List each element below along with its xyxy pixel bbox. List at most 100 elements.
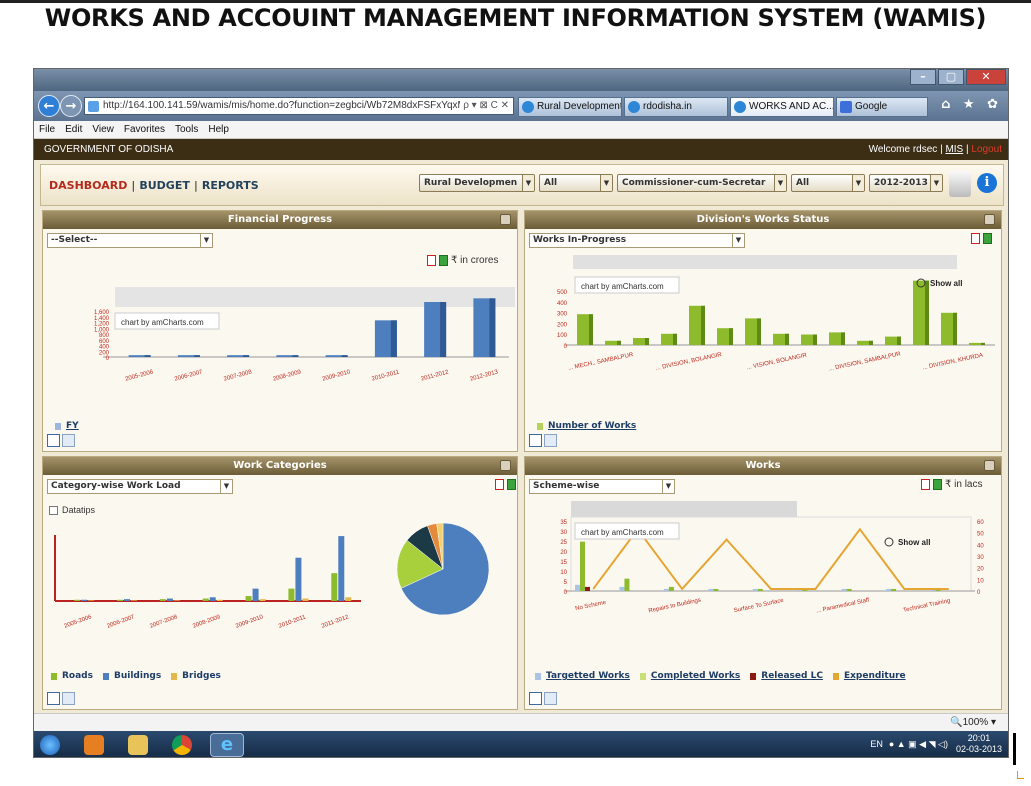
bar	[708, 588, 714, 591]
chart-view-toggle[interactable]	[47, 692, 60, 705]
works-panel: Works Scheme-wise ▼ ₹ in lacs 35 30 25 20 15…	[524, 456, 1002, 710]
home-favorites-tools-icons[interactable]: ⌂ ★ ✿	[941, 97, 1002, 112]
nav-budget[interactable]: BUDGET	[139, 179, 190, 192]
category-select[interactable]: Category-wise Work Load ▼	[47, 479, 233, 494]
department-dropdown[interactable]: Rural Developmen ▼	[419, 174, 535, 192]
legend-swatch	[55, 422, 61, 430]
pdf-icon[interactable]	[921, 479, 930, 490]
ie-icon	[628, 101, 640, 113]
maximize-button[interactable]: ▢	[938, 69, 964, 85]
forward-button[interactable]: →	[60, 95, 82, 117]
collapse-icon[interactable]	[500, 214, 511, 225]
tab-wamis[interactable]: WORKS AND AC... ✕	[730, 97, 834, 117]
excel-icon[interactable]	[439, 255, 448, 266]
tab-google[interactable]: Google	[836, 97, 928, 117]
legend-item-released-lc[interactable]: Released LC	[750, 671, 823, 681]
x-tick-label: 2009-2010	[235, 614, 265, 630]
datatips-toggle[interactable]: Datatips	[49, 505, 95, 515]
nav-reports[interactable]: REPORTS	[202, 179, 259, 192]
pdf-icon[interactable]	[495, 479, 504, 490]
start-button-icon[interactable]	[40, 735, 60, 755]
chrome-icon[interactable]	[172, 735, 192, 755]
legend-item-expenditure[interactable]: Expenditure	[832, 671, 906, 681]
address-tools[interactable]: ρ ▾ ⊠ C ✕	[460, 98, 509, 114]
menu-tools[interactable]: Tools	[175, 124, 198, 135]
pdf-icon[interactable]	[971, 233, 980, 244]
bar-shade	[341, 355, 348, 357]
y-tick-label: 30	[560, 530, 567, 536]
bar	[202, 598, 209, 601]
collapse-icon[interactable]	[500, 460, 511, 471]
financial-year-dropdown[interactable]: 2012-2013 ▼	[869, 174, 943, 192]
legend-item-bridges[interactable]: Bridges	[171, 671, 221, 681]
datatips-checkbox[interactable]	[49, 505, 58, 515]
logout-link[interactable]: Logout	[971, 144, 1002, 155]
legend-item-completed-works[interactable]: Completed Works	[639, 671, 740, 681]
bar	[295, 557, 302, 601]
dropdown-value: All	[796, 178, 810, 188]
legend-item-fy[interactable]: FY	[55, 421, 79, 431]
menu-favorites[interactable]: Favorites	[124, 124, 165, 135]
show-all-link[interactable]: Show all	[930, 279, 962, 288]
chart-view-toggle[interactable]	[47, 434, 60, 447]
export-tools: ₹ in lacs	[921, 479, 983, 490]
legend-item-roads[interactable]: Roads	[51, 671, 93, 681]
financial-select[interactable]: --Select-- ▼	[47, 233, 213, 248]
bar	[846, 588, 852, 591]
y2-tick-label: 40	[977, 543, 984, 549]
tab-rural-development[interactable]: Rural Development ...	[518, 97, 622, 117]
back-button[interactable]: ←	[38, 95, 60, 117]
menu-file[interactable]: File	[39, 124, 55, 135]
clock-date: 02-03-2013	[955, 744, 1002, 754]
legend-swatch	[832, 672, 839, 680]
menu-view[interactable]: View	[92, 124, 114, 135]
print-icon[interactable]	[949, 171, 971, 197]
tray-icons[interactable]: ● ▲ ▣ ◀ ◥ ◁)	[889, 739, 948, 750]
legend-item-targetted-works[interactable]: Targetted Works	[535, 671, 630, 681]
grid-view-toggle[interactable]	[544, 434, 557, 447]
division-dropdown[interactable]: All ▼	[539, 174, 613, 192]
close-window-button[interactable]: ✕	[966, 69, 1006, 85]
language-indicator[interactable]: EN	[870, 739, 883, 749]
chart-view-toggle[interactable]	[529, 434, 542, 447]
info-icon[interactable]: i	[977, 173, 997, 193]
zoom-level[interactable]: 🔍100% ▾	[950, 717, 996, 728]
excel-icon[interactable]	[983, 233, 992, 244]
scheme-select[interactable]: Scheme-wise ▼	[529, 479, 675, 494]
grid-view-toggle[interactable]	[62, 434, 75, 447]
legend-item-buildings[interactable]: Buildings	[103, 671, 161, 681]
pdf-icon[interactable]	[427, 255, 436, 266]
unit-label: ₹ in lacs	[945, 479, 983, 491]
file-explorer-icon[interactable]	[128, 735, 148, 755]
chart-view-toggle[interactable]	[529, 692, 542, 705]
excel-icon[interactable]	[507, 479, 516, 490]
grid-view-toggle[interactable]	[62, 692, 75, 705]
menu-edit[interactable]: Edit	[65, 124, 82, 135]
grid-view-toggle[interactable]	[544, 692, 557, 705]
minimize-button[interactable]: –	[910, 69, 936, 85]
x-tick-label: 2011-2012	[420, 369, 449, 382]
y-tick-label: 15	[560, 560, 567, 566]
media-player-icon[interactable]	[84, 735, 104, 755]
internet-explorer-icon[interactable]: e	[210, 733, 244, 757]
bar	[173, 600, 180, 601]
collapse-icon[interactable]	[984, 214, 995, 225]
designation-dropdown[interactable]: Commissioner-cum-Secretar ▼	[617, 174, 787, 192]
scheme-dropdown[interactable]: All ▼	[791, 174, 865, 192]
x-tick-label: 2009-2010	[322, 369, 352, 382]
excel-icon[interactable]	[933, 479, 942, 490]
zoom-icon[interactable]	[884, 537, 894, 547]
chevron-down-icon: ▼	[852, 175, 864, 191]
clock[interactable]: 20:01 02-03-2013	[956, 733, 1002, 755]
nav-dashboard[interactable]: DASHBOARD	[49, 179, 127, 192]
bar	[88, 600, 95, 601]
tab-rdodisha[interactable]: rdodisha.in	[624, 97, 728, 117]
address-bar[interactable]: http://164.100.141.59/wamis/mis/home.do?…	[84, 97, 514, 115]
legend-item-number-of-works[interactable]: Number of Works	[537, 421, 636, 431]
collapse-icon[interactable]	[984, 460, 995, 471]
bar	[117, 599, 123, 601]
mis-link[interactable]: MIS	[945, 144, 963, 155]
show-all-link[interactable]: Show all	[898, 538, 930, 547]
works-status-select[interactable]: Works In-Progress ▼	[529, 233, 745, 248]
menu-help[interactable]: Help	[208, 124, 229, 135]
